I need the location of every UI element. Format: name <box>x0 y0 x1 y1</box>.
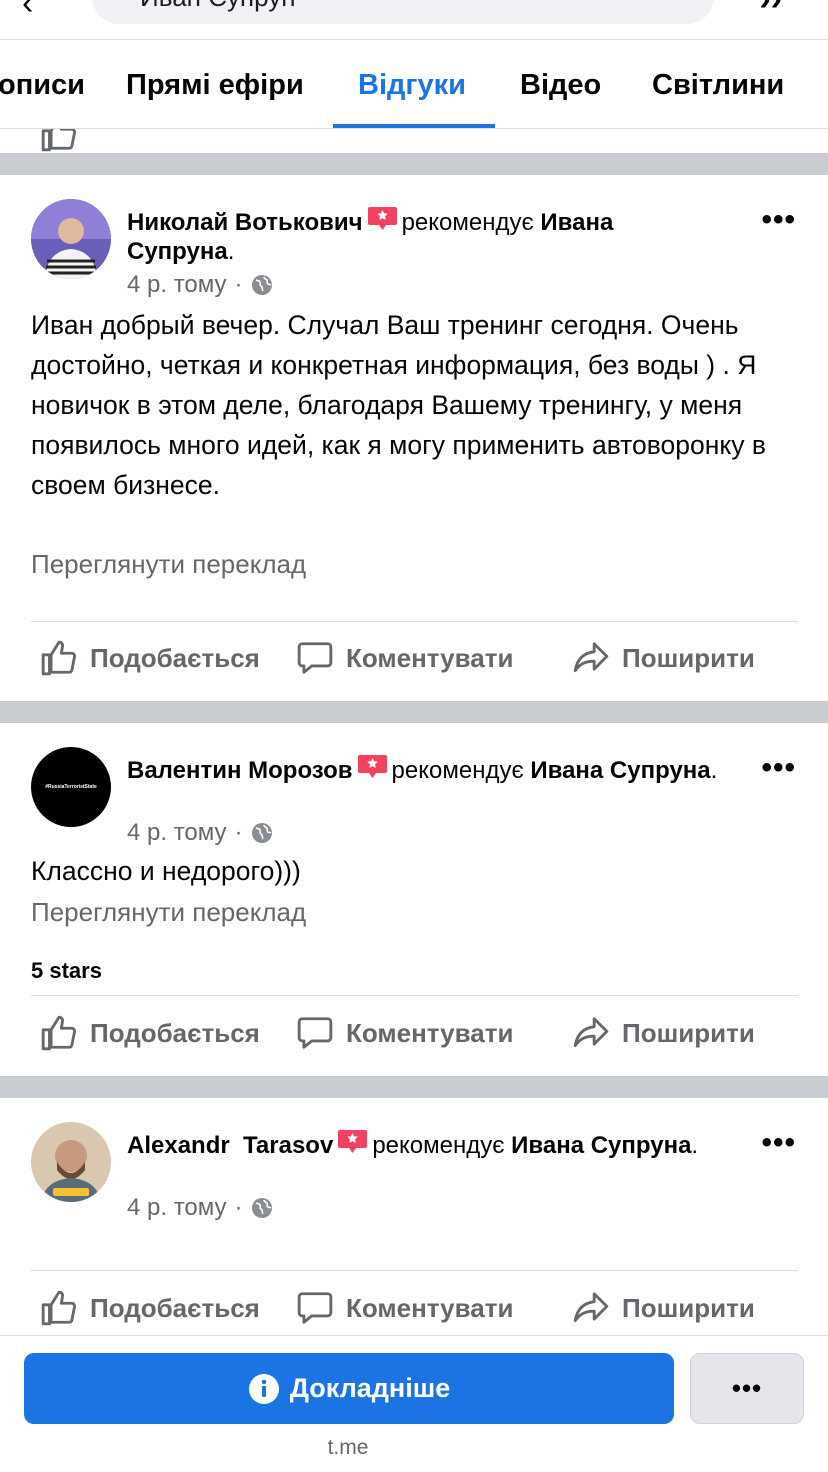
share-label: Поширити <box>622 1017 755 1048</box>
recommend-badge-icon <box>357 755 387 778</box>
share-button[interactable]: Поширити <box>572 1014 755 1052</box>
like-button[interactable]: Подобається <box>40 1289 260 1327</box>
post-meta: 4 р. тому · <box>127 1194 273 1222</box>
comment-button[interactable]: Коментувати <box>296 639 513 677</box>
share-button[interactable]: Поширити <box>572 639 755 677</box>
review-text: Иван добрый вечер. Случал Ваш тренинг се… <box>31 310 766 500</box>
comment-icon <box>297 1292 333 1324</box>
share-label: Поширити <box>622 642 755 673</box>
like-button[interactable]: Подобається <box>40 639 260 677</box>
action-row: Подобається Коментувати Поширити <box>0 639 828 687</box>
globe-icon <box>251 275 272 295</box>
author-name[interactable]: Alexandr Tarasov <box>127 1132 333 1159</box>
recommend-verb: рекомендує <box>401 209 534 236</box>
review-text: Классно и недорого))) <box>31 856 301 886</box>
review-header: Николай Вотькович рекомендує Ивана Супрун… <box>127 205 727 266</box>
recommend-target[interactable]: Ивана Супруна <box>511 1132 691 1159</box>
search-query: Иван Супрун <box>140 0 296 10</box>
comment-icon <box>297 642 333 674</box>
top-bar: ‹ Иван Супрун ›› <box>0 0 828 40</box>
recommend-badge-icon <box>338 1130 368 1153</box>
like-icon <box>41 1015 76 1051</box>
action-row: Подобається Коментувати Поширити <box>0 1014 828 1062</box>
review-card: Николай Вотькович рекомендує Ивана Супрун… <box>0 175 828 701</box>
tab-live[interactable]: Прямі ефіри <box>126 69 304 102</box>
action-row: Подобається Коментувати Поширити <box>0 1289 828 1337</box>
bottom-cta-bar: Докладніше ••• t.me <box>0 1335 828 1472</box>
more-options-icon[interactable]: ••• <box>761 753 796 783</box>
tab-posts[interactable]: описи <box>0 69 85 102</box>
tab-reviews[interactable]: Відгуки <box>358 69 466 102</box>
like-label: Подобається <box>90 1292 260 1323</box>
more-options-icon[interactable]: ••• <box>761 205 796 235</box>
separator <box>0 701 828 723</box>
more-button[interactable]: ••• <box>690 1353 804 1424</box>
comment-icon <box>297 1017 333 1049</box>
post-meta: 4 р. тому · <box>127 819 273 847</box>
like-icon <box>41 640 76 676</box>
avatar-text: #RussiaTerroristState <box>45 784 97 790</box>
like-label: Подобається <box>90 1017 260 1048</box>
tab-video[interactable]: Відео <box>520 69 601 102</box>
tab-photos[interactable]: Світлини <box>652 69 784 102</box>
divider <box>31 995 798 996</box>
active-tab-indicator <box>333 124 495 128</box>
review-card: #RussiaTerroristState Валентин Морозов ре… <box>0 723 828 1076</box>
scrolled-content-peek <box>0 129 828 153</box>
share-button[interactable]: Поширити <box>572 1289 755 1327</box>
share-icon <box>573 642 609 673</box>
comment-label: Коментувати <box>346 1292 514 1323</box>
star-rating: 5 stars <box>31 958 102 983</box>
see-translation-link[interactable]: Переглянути переклад <box>31 897 306 928</box>
see-translation-link[interactable]: Переглянути переклад <box>31 549 306 580</box>
learn-more-label: Докладніше <box>289 1373 451 1403</box>
avatar[interactable]: #RussiaTerroristState <box>31 747 111 827</box>
timestamp[interactable]: 4 р. тому <box>127 271 227 299</box>
recommend-verb: рекомендує <box>372 1132 505 1159</box>
timestamp[interactable]: 4 р. тому <box>127 819 227 847</box>
share-icon <box>573 1292 609 1323</box>
like-label: Подобається <box>90 642 260 673</box>
separator <box>0 153 828 175</box>
like-icon <box>41 1290 76 1326</box>
share-icon <box>573 1017 609 1048</box>
comment-button[interactable]: Коментувати <box>296 1014 513 1052</box>
comment-label: Коментувати <box>346 1017 514 1048</box>
timestamp[interactable]: 4 р. тому <box>127 1194 227 1222</box>
search-field[interactable]: Иван Супрун <box>92 0 714 24</box>
like-button[interactable]: Подобається <box>40 1014 260 1052</box>
review-header: Alexandr Tarasov рекомендує Ивана Супруна… <box>127 1128 727 1160</box>
review-header: Валентин Морозов рекомендує Ивана Супруна… <box>127 753 727 785</box>
globe-icon <box>251 823 272 843</box>
avatar[interactable] <box>31 199 111 279</box>
divider <box>31 1270 798 1271</box>
author-name[interactable]: Николай Вотькович <box>127 209 363 236</box>
more-options-icon[interactable]: ••• <box>761 1128 796 1158</box>
share-label: Поширити <box>622 1292 755 1323</box>
tab-bar: описи Прямі ефіри Відгуки Відео Світлини <box>0 41 828 129</box>
back-arrow-icon[interactable]: ‹ <box>22 0 33 20</box>
globe-icon <box>251 1198 272 1218</box>
avatar[interactable] <box>31 1122 111 1202</box>
recommend-verb: рекомендує <box>391 757 524 784</box>
like-icon <box>41 129 76 152</box>
divider <box>31 621 798 622</box>
post-meta: 4 р. тому · <box>127 271 273 299</box>
comment-label: Коментувати <box>346 642 514 673</box>
recommend-target[interactable]: Ивана Супруна <box>530 757 710 784</box>
comment-button[interactable]: Коментувати <box>296 1289 513 1327</box>
review-card: Alexandr Tarasov рекомендує Ивана Супруна… <box>0 1098 828 1335</box>
link-domain: t.me <box>327 1436 369 1459</box>
forward-icon[interactable]: ›› <box>759 0 782 16</box>
info-icon <box>248 1373 279 1404</box>
learn-more-button[interactable]: Докладніше <box>24 1353 674 1424</box>
separator <box>0 1076 828 1098</box>
author-name[interactable]: Валентин Морозов <box>127 757 353 784</box>
recommend-badge-icon <box>367 207 397 230</box>
